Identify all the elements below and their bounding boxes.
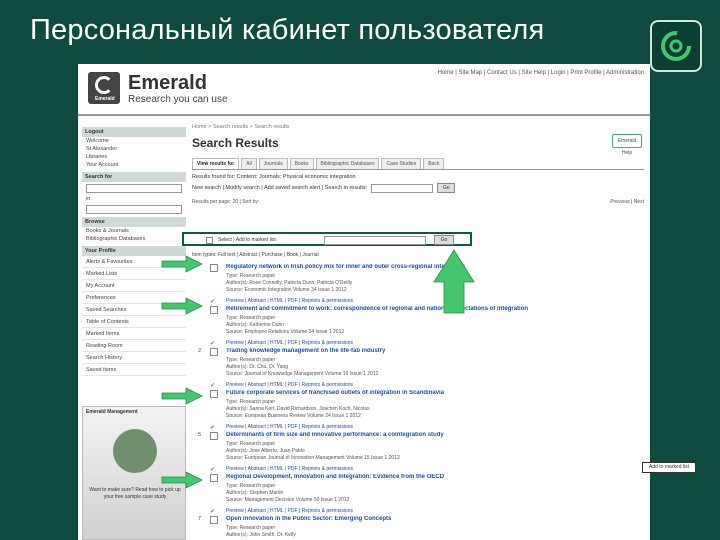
green-arrow-right-icon bbox=[161, 255, 203, 273]
emerald-corner-logo-icon bbox=[650, 20, 702, 72]
add-to-marked-list-label: Add to marked list bbox=[642, 462, 696, 473]
slide-title: Персональный кабинет пользователя bbox=[30, 14, 545, 46]
green-arrow-right-icon bbox=[161, 471, 203, 489]
browser-screenshot: Home | Site Map | Contact Us | Site Help… bbox=[78, 64, 650, 540]
green-arrow-up-icon bbox=[433, 249, 475, 314]
green-arrow-right-icon bbox=[161, 387, 203, 405]
green-arrow-right-icon bbox=[161, 297, 203, 315]
annotation-arrows bbox=[161, 249, 475, 489]
